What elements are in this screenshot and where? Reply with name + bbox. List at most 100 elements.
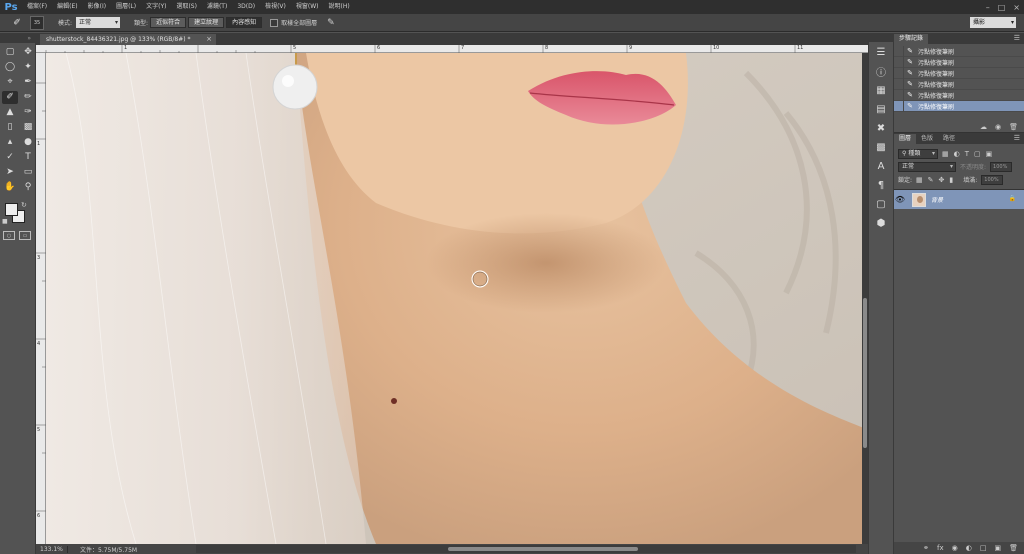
brush-size-picker[interactable]: 35 bbox=[30, 15, 44, 30]
spot-healing-tool-icon[interactable]: ✐ bbox=[2, 91, 18, 104]
menu-help[interactable]: 說明(H) bbox=[324, 0, 355, 14]
mode-select[interactable]: 正常 bbox=[76, 17, 121, 28]
history-state-box[interactable] bbox=[894, 67, 904, 79]
document-tab[interactable]: shutterstock_84436321.jpg @ 133% (RGB/8#… bbox=[40, 34, 216, 45]
workspace-select[interactable]: 攝影 bbox=[970, 17, 1016, 28]
dodge-tool-icon[interactable]: ● bbox=[20, 136, 36, 149]
sample-all-layers-checkbox[interactable] bbox=[270, 18, 279, 27]
shape-tool-icon[interactable]: ▭ bbox=[20, 166, 36, 179]
menu-layer[interactable]: 圖層(L) bbox=[111, 0, 141, 14]
tab-channels[interactable]: 色版 bbox=[916, 134, 938, 144]
tab-history[interactable]: 步驟記錄 bbox=[894, 34, 929, 44]
delete-state-icon[interactable]: 🗑 bbox=[1009, 123, 1018, 131]
menu-filter[interactable]: 濾鏡(T) bbox=[202, 0, 232, 14]
layers-panel-menu-icon[interactable]: ☰ bbox=[1014, 134, 1020, 142]
new-snapshot-icon[interactable]: ◉ bbox=[995, 123, 1001, 131]
brush-panel-icon[interactable]: ▩ bbox=[870, 139, 892, 156]
history-state-box[interactable] bbox=[894, 45, 904, 57]
visibility-eye-icon[interactable]: 👁 bbox=[894, 195, 906, 204]
menu-image[interactable]: 影像(I) bbox=[83, 0, 111, 14]
type-proximity-match-button[interactable]: 近似符合 bbox=[150, 17, 187, 28]
filter-pixel-icon[interactable]: ▦ bbox=[942, 150, 949, 158]
new-document-from-state-icon[interactable]: ☁ bbox=[980, 123, 987, 131]
spot-healing-brush-icon[interactable]: ✐ bbox=[8, 16, 26, 30]
lock-all-icon[interactable]: ▮ bbox=[949, 176, 953, 184]
lock-transparent-icon[interactable]: ▦ bbox=[916, 176, 923, 184]
eyedropper-tool-icon[interactable]: ✒ bbox=[20, 76, 36, 89]
menu-select[interactable]: 選取(S) bbox=[171, 0, 202, 14]
add-mask-icon[interactable]: ◉ bbox=[952, 544, 958, 552]
history-state-box[interactable] bbox=[894, 100, 904, 112]
history-item-selected[interactable]: ✎ 污點修復筆刷 bbox=[894, 100, 1024, 112]
filter-type-icon[interactable]: T bbox=[965, 150, 969, 158]
lock-image-icon[interactable]: ✎ bbox=[928, 176, 934, 184]
lock-position-icon[interactable]: ✥ bbox=[939, 176, 945, 184]
type-content-aware-button[interactable]: 內容感知 bbox=[226, 17, 263, 28]
blur-tool-icon[interactable]: ▴ bbox=[2, 136, 18, 149]
document-canvas[interactable] bbox=[46, 53, 864, 544]
history-panel-menu-icon[interactable]: ☰ bbox=[1014, 34, 1020, 42]
new-layer-icon[interactable]: ▣ bbox=[994, 544, 1001, 552]
gradient-tool-icon[interactable]: ▩ bbox=[20, 121, 36, 134]
layer-name[interactable]: 背景 bbox=[931, 195, 943, 204]
layer-style-icon[interactable]: fx bbox=[937, 544, 944, 552]
styles-panel-icon[interactable]: ▢ bbox=[870, 196, 892, 213]
hand-tool-icon[interactable]: ✋ bbox=[2, 181, 18, 194]
history-brush-tool-icon[interactable]: ✑ bbox=[20, 106, 36, 119]
paragraph-panel-icon[interactable]: ¶ bbox=[870, 177, 892, 194]
filter-adjustment-icon[interactable]: ◐ bbox=[954, 150, 960, 158]
maximize-icon[interactable]: □ bbox=[998, 3, 1006, 12]
history-item[interactable]: ✎ 污點修復筆刷 bbox=[894, 56, 1024, 68]
filter-shape-icon[interactable]: ▢ bbox=[974, 150, 981, 158]
fill-input[interactable]: 100% bbox=[981, 174, 1004, 185]
tools-preset-icon[interactable]: ✖ bbox=[870, 120, 892, 137]
history-item[interactable]: ✎ 污點修復筆刷 bbox=[894, 89, 1024, 101]
quick-select-tool-icon[interactable]: ✦ bbox=[20, 61, 36, 74]
clone-stamp-tool-icon[interactable]: ▲ bbox=[2, 106, 18, 119]
close-icon[interactable]: × bbox=[1013, 3, 1020, 12]
menu-window[interactable]: 視窗(W) bbox=[291, 0, 324, 14]
brush-tool-icon[interactable]: ✏ bbox=[20, 91, 36, 104]
lasso-tool-icon[interactable]: ◯ bbox=[2, 61, 18, 74]
menu-3d[interactable]: 3D(D) bbox=[232, 0, 260, 14]
tab-paths[interactable]: 路徑 bbox=[938, 134, 960, 144]
document-size-info[interactable]: 文件：5.75M/5.75M bbox=[68, 545, 137, 554]
horizontal-scrollbar[interactable] bbox=[196, 545, 856, 553]
history-panel-icon[interactable]: ☰ bbox=[870, 44, 892, 61]
path-select-tool-icon[interactable]: ➤ bbox=[2, 166, 18, 179]
link-layers-icon[interactable]: ⚭ bbox=[923, 544, 929, 552]
zoom-level[interactable]: 133.1% bbox=[36, 545, 68, 553]
minimize-icon[interactable]: – bbox=[986, 3, 990, 12]
foreground-color-swatch[interactable] bbox=[5, 203, 18, 216]
menu-type[interactable]: 文字(Y) bbox=[141, 0, 171, 14]
character-panel-icon[interactable]: A bbox=[870, 158, 892, 175]
pressure-size-icon[interactable]: ✎ bbox=[327, 18, 335, 28]
type-tool-icon[interactable]: T bbox=[20, 151, 36, 164]
menu-edit[interactable]: 編輯(E) bbox=[52, 0, 82, 14]
history-item[interactable]: ✎ 污點修復筆刷 bbox=[894, 67, 1024, 79]
delete-layer-icon[interactable]: 🗑 bbox=[1009, 544, 1018, 552]
screen-mode-icon[interactable]: ▭ bbox=[19, 231, 31, 240]
adjustment-layer-icon[interactable]: ◐ bbox=[966, 544, 972, 552]
history-state-box[interactable] bbox=[894, 89, 904, 101]
3d-panel-icon[interactable]: ⬢ bbox=[870, 215, 892, 232]
eraser-tool-icon[interactable]: ▯ bbox=[2, 121, 18, 134]
vertical-scrollbar-thumb[interactable] bbox=[863, 298, 867, 448]
opacity-input[interactable]: 100% bbox=[990, 161, 1013, 172]
marquee-tool-icon[interactable]: ▢ bbox=[2, 46, 18, 59]
new-group-icon[interactable]: □ bbox=[980, 544, 987, 552]
pen-tool-icon[interactable]: ✓ bbox=[2, 151, 18, 164]
history-item[interactable]: ✎ 污點修復筆刷 bbox=[894, 78, 1024, 90]
filter-smart-object-icon[interactable]: ▣ bbox=[986, 150, 993, 158]
history-item[interactable]: ✎ 污點修復筆刷 bbox=[894, 45, 1024, 57]
tab-layers[interactable]: 圖層 bbox=[894, 134, 917, 144]
horizontal-scrollbar-thumb[interactable] bbox=[448, 547, 638, 551]
default-colors-icon[interactable]: ■ bbox=[2, 218, 8, 225]
strip-collapse-bar[interactable] bbox=[869, 33, 893, 42]
layer-row-background[interactable]: 👁 背景 🔒 bbox=[894, 190, 1024, 209]
info-panel-icon[interactable]: ⓘ bbox=[870, 63, 892, 80]
toolbox-collapse-icon[interactable]: » bbox=[0, 33, 35, 43]
move-tool-icon[interactable]: ✥ bbox=[20, 46, 36, 59]
layer-filter-select[interactable]: ⚲ 種類 bbox=[898, 148, 938, 159]
crop-tool-icon[interactable]: ⌖ bbox=[2, 76, 18, 89]
